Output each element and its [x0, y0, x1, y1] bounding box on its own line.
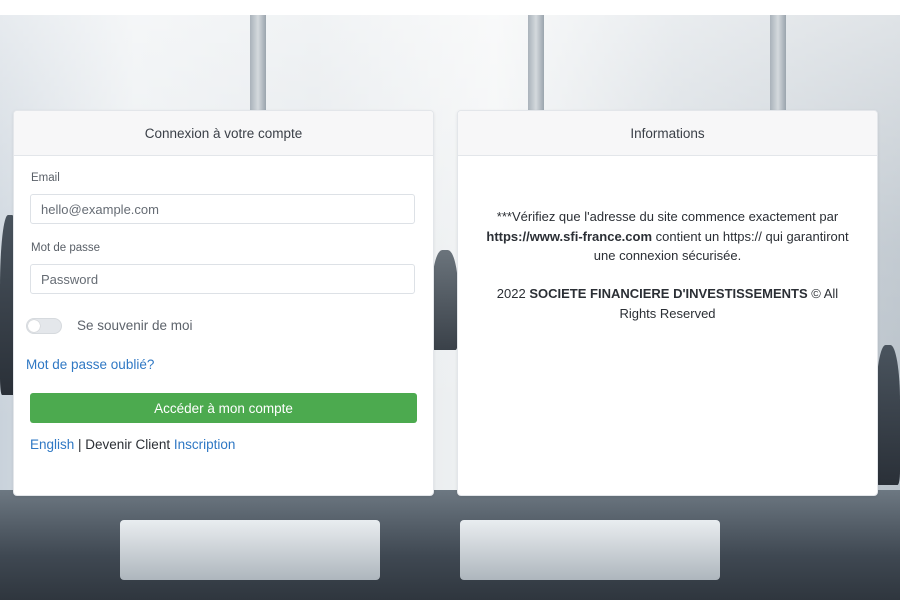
security-warning: ***Vérifiez que l'adresse du site commen… [478, 207, 857, 266]
site-url: https://www.sfi-france.com [486, 228, 653, 244]
password-input[interactable] [30, 264, 415, 294]
become-client-text: | Devenir Client [74, 437, 174, 452]
signup-link[interactable]: Inscription [174, 437, 236, 452]
page: Connexion à votre compte Email Mot de pa… [0, 0, 900, 600]
forgot-password-link[interactable]: Mot de passe oublié? [26, 357, 154, 372]
background-pillar [250, 15, 266, 115]
info-card: Informations ***Vérifiez que l'adresse d… [457, 110, 878, 496]
toggle-knob [28, 320, 40, 332]
background-pillar [770, 15, 786, 115]
copyright-notice: 2022 SOCIETE FINANCIERE D'INVESTISSEMENT… [478, 284, 857, 323]
remember-me-toggle[interactable] [26, 318, 62, 334]
copyright-year: 2022 [496, 286, 530, 301]
company-name: SOCIETE FINANCIERE D'INVESTISSEMENTS [529, 286, 808, 301]
login-card-header: Connexion à votre compte [14, 111, 433, 156]
email-label: Email [31, 172, 60, 184]
login-footer: English | Devenir Client Inscription [30, 437, 235, 452]
email-input[interactable] [30, 194, 415, 224]
background-figure [876, 345, 900, 485]
background-figure [432, 250, 458, 350]
password-label: Mot de passe [31, 242, 101, 254]
language-link[interactable]: English [30, 437, 74, 452]
login-card-title: Connexion à votre compte [144, 125, 303, 141]
background-desk [120, 520, 380, 580]
info-card-title: Informations [630, 125, 705, 141]
info-card-header: Informations [458, 111, 877, 156]
security-warning-prefix: ***Vérifiez que l'adresse du site commen… [496, 209, 839, 224]
background-desk [460, 520, 720, 580]
login-card: Connexion à votre compte Email Mot de pa… [13, 110, 434, 496]
login-submit-button[interactable]: Accéder à mon compte [30, 393, 417, 423]
remember-me-label: Se souvenir de moi [77, 318, 193, 333]
background-pillar [528, 15, 544, 115]
